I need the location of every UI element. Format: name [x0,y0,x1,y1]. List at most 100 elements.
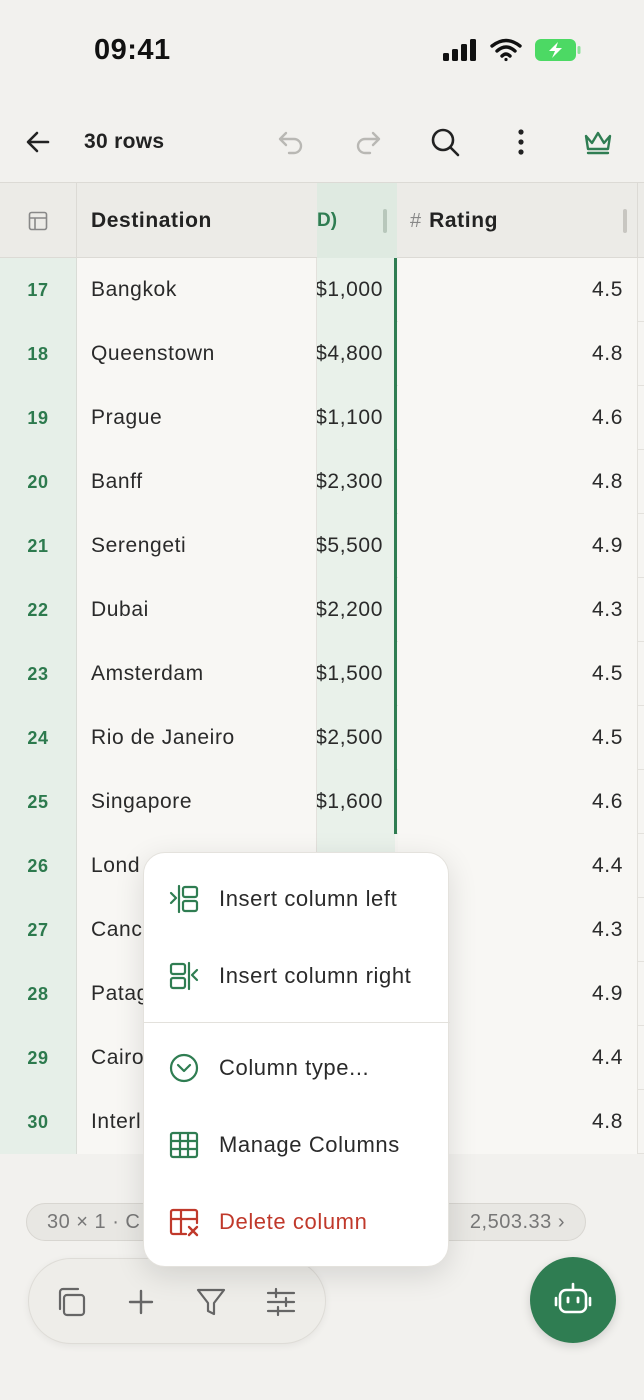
row-number[interactable]: 17 [0,258,77,322]
cell-price[interactable]: $1,500 [317,642,395,706]
table-row[interactable]: 24 Rio de Janeiro $2,500 4.5 [0,706,644,770]
cell-price[interactable]: $4,800 [317,322,395,386]
premium-button[interactable] [576,120,620,164]
cell-destination[interactable]: Dubai [77,578,317,642]
cell-rating[interactable]: 4.8 [398,322,638,386]
back-button[interactable] [16,120,60,164]
search-icon [431,128,460,157]
cell-rating[interactable]: 4.6 [398,386,638,450]
table-row[interactable]: 19 Prague $1,100 4.6 [0,386,644,450]
menu-item-column-type[interactable]: Column type... [144,1033,450,1103]
menu-item-label: Column type... [219,1055,370,1080]
column-header-price-label: D) [317,210,338,231]
table-row[interactable]: 21 Serengeti $5,500 4.9 [0,514,644,578]
cell-rating[interactable]: 4.5 [398,642,638,706]
table-row[interactable]: 22 Dubai $2,200 4.3 [0,578,644,642]
cell-price[interactable]: $1,600 [317,770,395,834]
cell-destination[interactable]: Banff [77,450,317,514]
cell-rating[interactable]: 4.9 [398,514,638,578]
summary-left: 30 × 1 · C [47,1210,141,1233]
arrow-left-icon [26,131,50,153]
menu-item-label: Delete column [219,1209,368,1234]
add-button[interactable] [119,1280,163,1324]
table-row[interactable]: 20 Banff $2,300 4.8 [0,450,644,514]
top-toolbar: 30 rows [0,110,644,174]
search-button[interactable] [423,120,467,164]
more-options-button[interactable] [499,120,543,164]
cell-price[interactable]: $2,200 [317,578,395,642]
bottom-action-bar [28,1258,326,1344]
row-number[interactable]: 18 [0,322,77,386]
cell-rating[interactable]: 4.5 [398,706,638,770]
assistant-button[interactable] [530,1257,616,1343]
delete-column-icon [168,1206,200,1238]
table-row[interactable]: 17 Bangkok $1,000 4.5 [0,258,644,322]
column-resize-handle[interactable] [383,209,387,233]
sliders-icon [266,1287,296,1317]
cell-destination[interactable]: Rio de Janeiro [77,706,317,770]
copy-button[interactable] [49,1280,93,1324]
signal-icon [443,39,476,61]
robot-icon [554,1282,592,1314]
column-header-rating-content: # Rating [410,209,498,233]
cell-price[interactable]: $2,300 [317,450,395,514]
column-header-destination[interactable]: Destination [77,183,317,259]
copy-icon [58,1287,86,1317]
cell-destination[interactable]: Prague [77,386,317,450]
crown-icon [584,131,612,155]
row-count-label: 30 rows [84,130,165,153]
cell-price[interactable]: $1,000 [317,258,395,322]
cell-price[interactable]: $1,100 [317,386,395,450]
row-number[interactable]: 20 [0,450,77,514]
table-row[interactable]: 25 Singapore $1,600 4.6 [0,770,644,834]
table-row[interactable]: 18 Queenstown $4,800 4.8 [0,322,644,386]
column-header-rating[interactable]: # Rating [398,183,638,259]
cell-rating[interactable]: 4.5 [398,258,638,322]
column-header-price[interactable]: D) [317,183,397,259]
wifi-icon [490,38,522,62]
number-type-icon: # [410,209,422,232]
column-context-menu: Insert column left Insert column right C… [143,852,450,1267]
cell-destination[interactable]: Queenstown [77,322,317,386]
row-number[interactable]: 22 [0,578,77,642]
menu-item-delete-column[interactable]: Delete column [144,1187,450,1257]
table-grid-icon [168,1129,200,1161]
table-row[interactable]: 23 Amsterdam $1,500 4.5 [0,642,644,706]
cell-rating[interactable]: 4.3 [398,578,638,642]
cell-destination[interactable]: Amsterdam [77,642,317,706]
cell-destination[interactable]: Serengeti [77,514,317,578]
cell-price[interactable]: $2,500 [317,706,395,770]
row-number[interactable]: 28 [0,962,77,1026]
cell-price[interactable]: $5,500 [317,514,395,578]
more-vertical-icon [518,129,524,155]
redo-icon [356,131,381,155]
battery-icon [535,39,581,61]
redo-button[interactable] [346,120,390,164]
select-all-cell[interactable] [0,183,77,259]
plus-icon [128,1289,154,1315]
row-number[interactable]: 27 [0,898,77,962]
row-number[interactable]: 26 [0,834,77,898]
adjust-button[interactable] [259,1280,303,1324]
cell-destination[interactable]: Singapore [77,770,317,834]
row-number[interactable]: 29 [0,1026,77,1090]
row-number[interactable]: 21 [0,514,77,578]
cell-rating[interactable]: 4.6 [398,770,638,834]
row-number[interactable]: 23 [0,642,77,706]
cell-rating[interactable]: 4.8 [398,450,638,514]
insert-column-right-icon [168,960,200,992]
column-resize-handle[interactable] [623,209,627,233]
menu-divider [144,1022,450,1023]
row-number[interactable]: 19 [0,386,77,450]
filter-button[interactable] [189,1280,233,1324]
column-header-rating-label: Rating [429,209,499,232]
undo-button[interactable] [269,120,313,164]
menu-item-label: Manage Columns [219,1132,400,1157]
row-number[interactable]: 24 [0,706,77,770]
menu-item-insert-column-left[interactable]: Insert column left [144,864,450,934]
cell-destination[interactable]: Bangkok [77,258,317,322]
menu-item-manage-columns[interactable]: Manage Columns [144,1110,450,1180]
menu-item-insert-column-right[interactable]: Insert column right [144,941,450,1011]
row-number[interactable]: 30 [0,1090,77,1154]
row-number[interactable]: 25 [0,770,77,834]
